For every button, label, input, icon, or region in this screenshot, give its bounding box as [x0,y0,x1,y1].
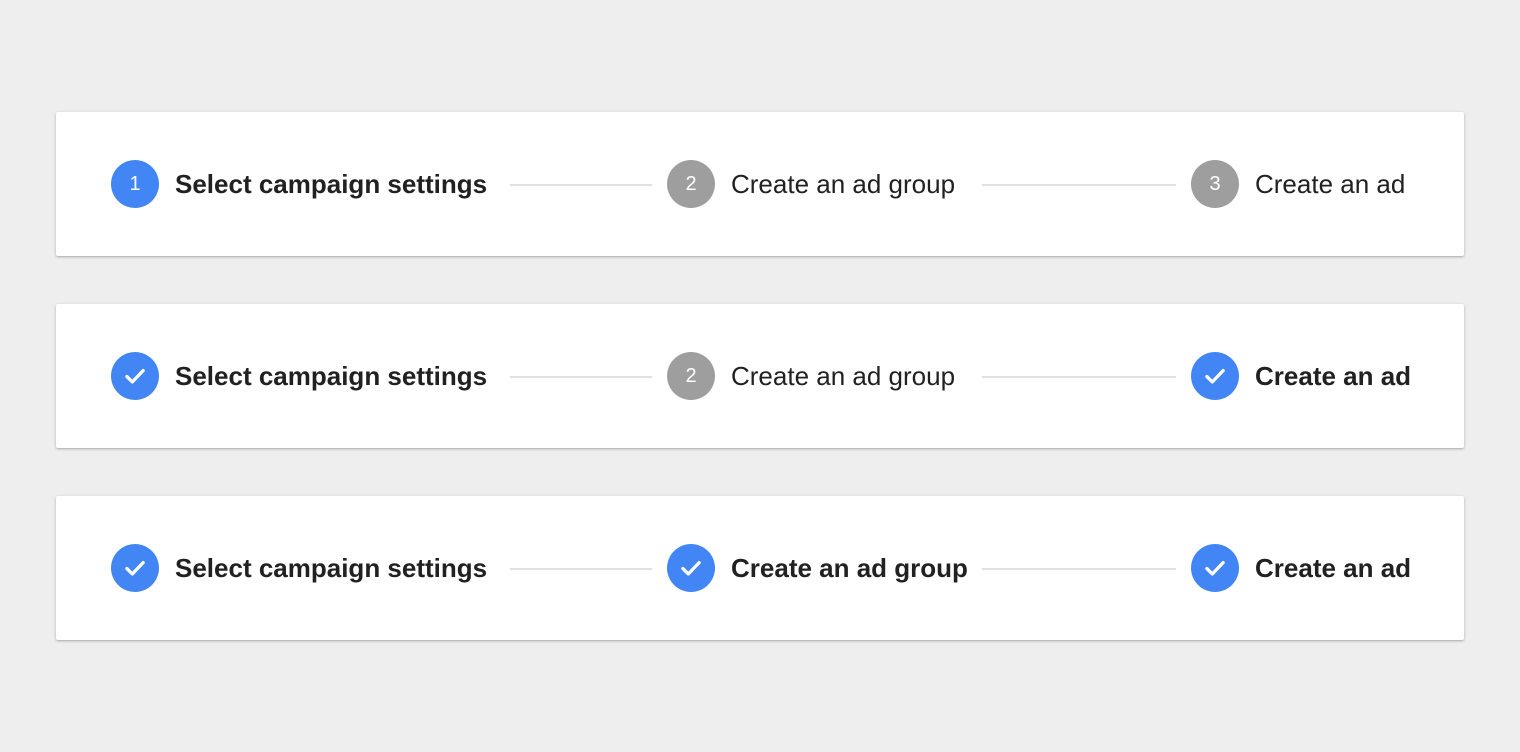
step-label: Select campaign settings [175,360,488,391]
step-connector [510,568,652,570]
step-connector [982,376,1176,378]
check-icon [1191,544,1239,592]
step-connector [510,376,652,378]
check-icon [111,352,159,400]
step-select-campaign-settings[interactable]: 1 Select campaign settings [111,160,487,208]
step-connector [982,184,1176,186]
check-icon [1191,352,1239,400]
step-create-ad[interactable]: Create an ad [1191,352,1411,400]
stepper-card: Select campaign settings Create an ad gr… [56,496,1464,640]
step-label: Create an ad [1255,552,1412,583]
step-connector [510,184,652,186]
step-label: Select campaign settings [175,552,488,583]
step-create-ad[interactable]: Create an ad [1191,544,1411,592]
step-select-campaign-settings[interactable]: Select campaign settings [111,544,487,592]
step-number-badge: 2 [667,160,715,208]
step-create-ad[interactable]: 3 Create an ad [1191,160,1405,208]
step-connector [982,568,1176,570]
step-label: Create an ad group [731,360,956,391]
step-create-ad-group[interactable]: 2 Create an ad group [667,160,955,208]
step-select-campaign-settings[interactable]: Select campaign settings [111,352,487,400]
check-icon [111,544,159,592]
step-label: Select campaign settings [175,168,488,199]
step-label: Create an ad group [731,168,956,199]
check-icon [667,544,715,592]
step-number-badge: 3 [1191,160,1239,208]
stepper-card: Select campaign settings 2 Create an ad … [56,304,1464,448]
step-number-badge: 1 [111,160,159,208]
step-create-ad-group[interactable]: Create an ad group [667,544,968,592]
step-label: Create an ad [1255,360,1412,391]
step-label: Create an ad group [731,552,968,583]
step-number-badge: 2 [667,352,715,400]
step-create-ad-group[interactable]: 2 Create an ad group [667,352,955,400]
stepper-card: 1 Select campaign settings 2 Create an a… [56,112,1464,256]
step-label: Create an ad [1255,168,1406,199]
